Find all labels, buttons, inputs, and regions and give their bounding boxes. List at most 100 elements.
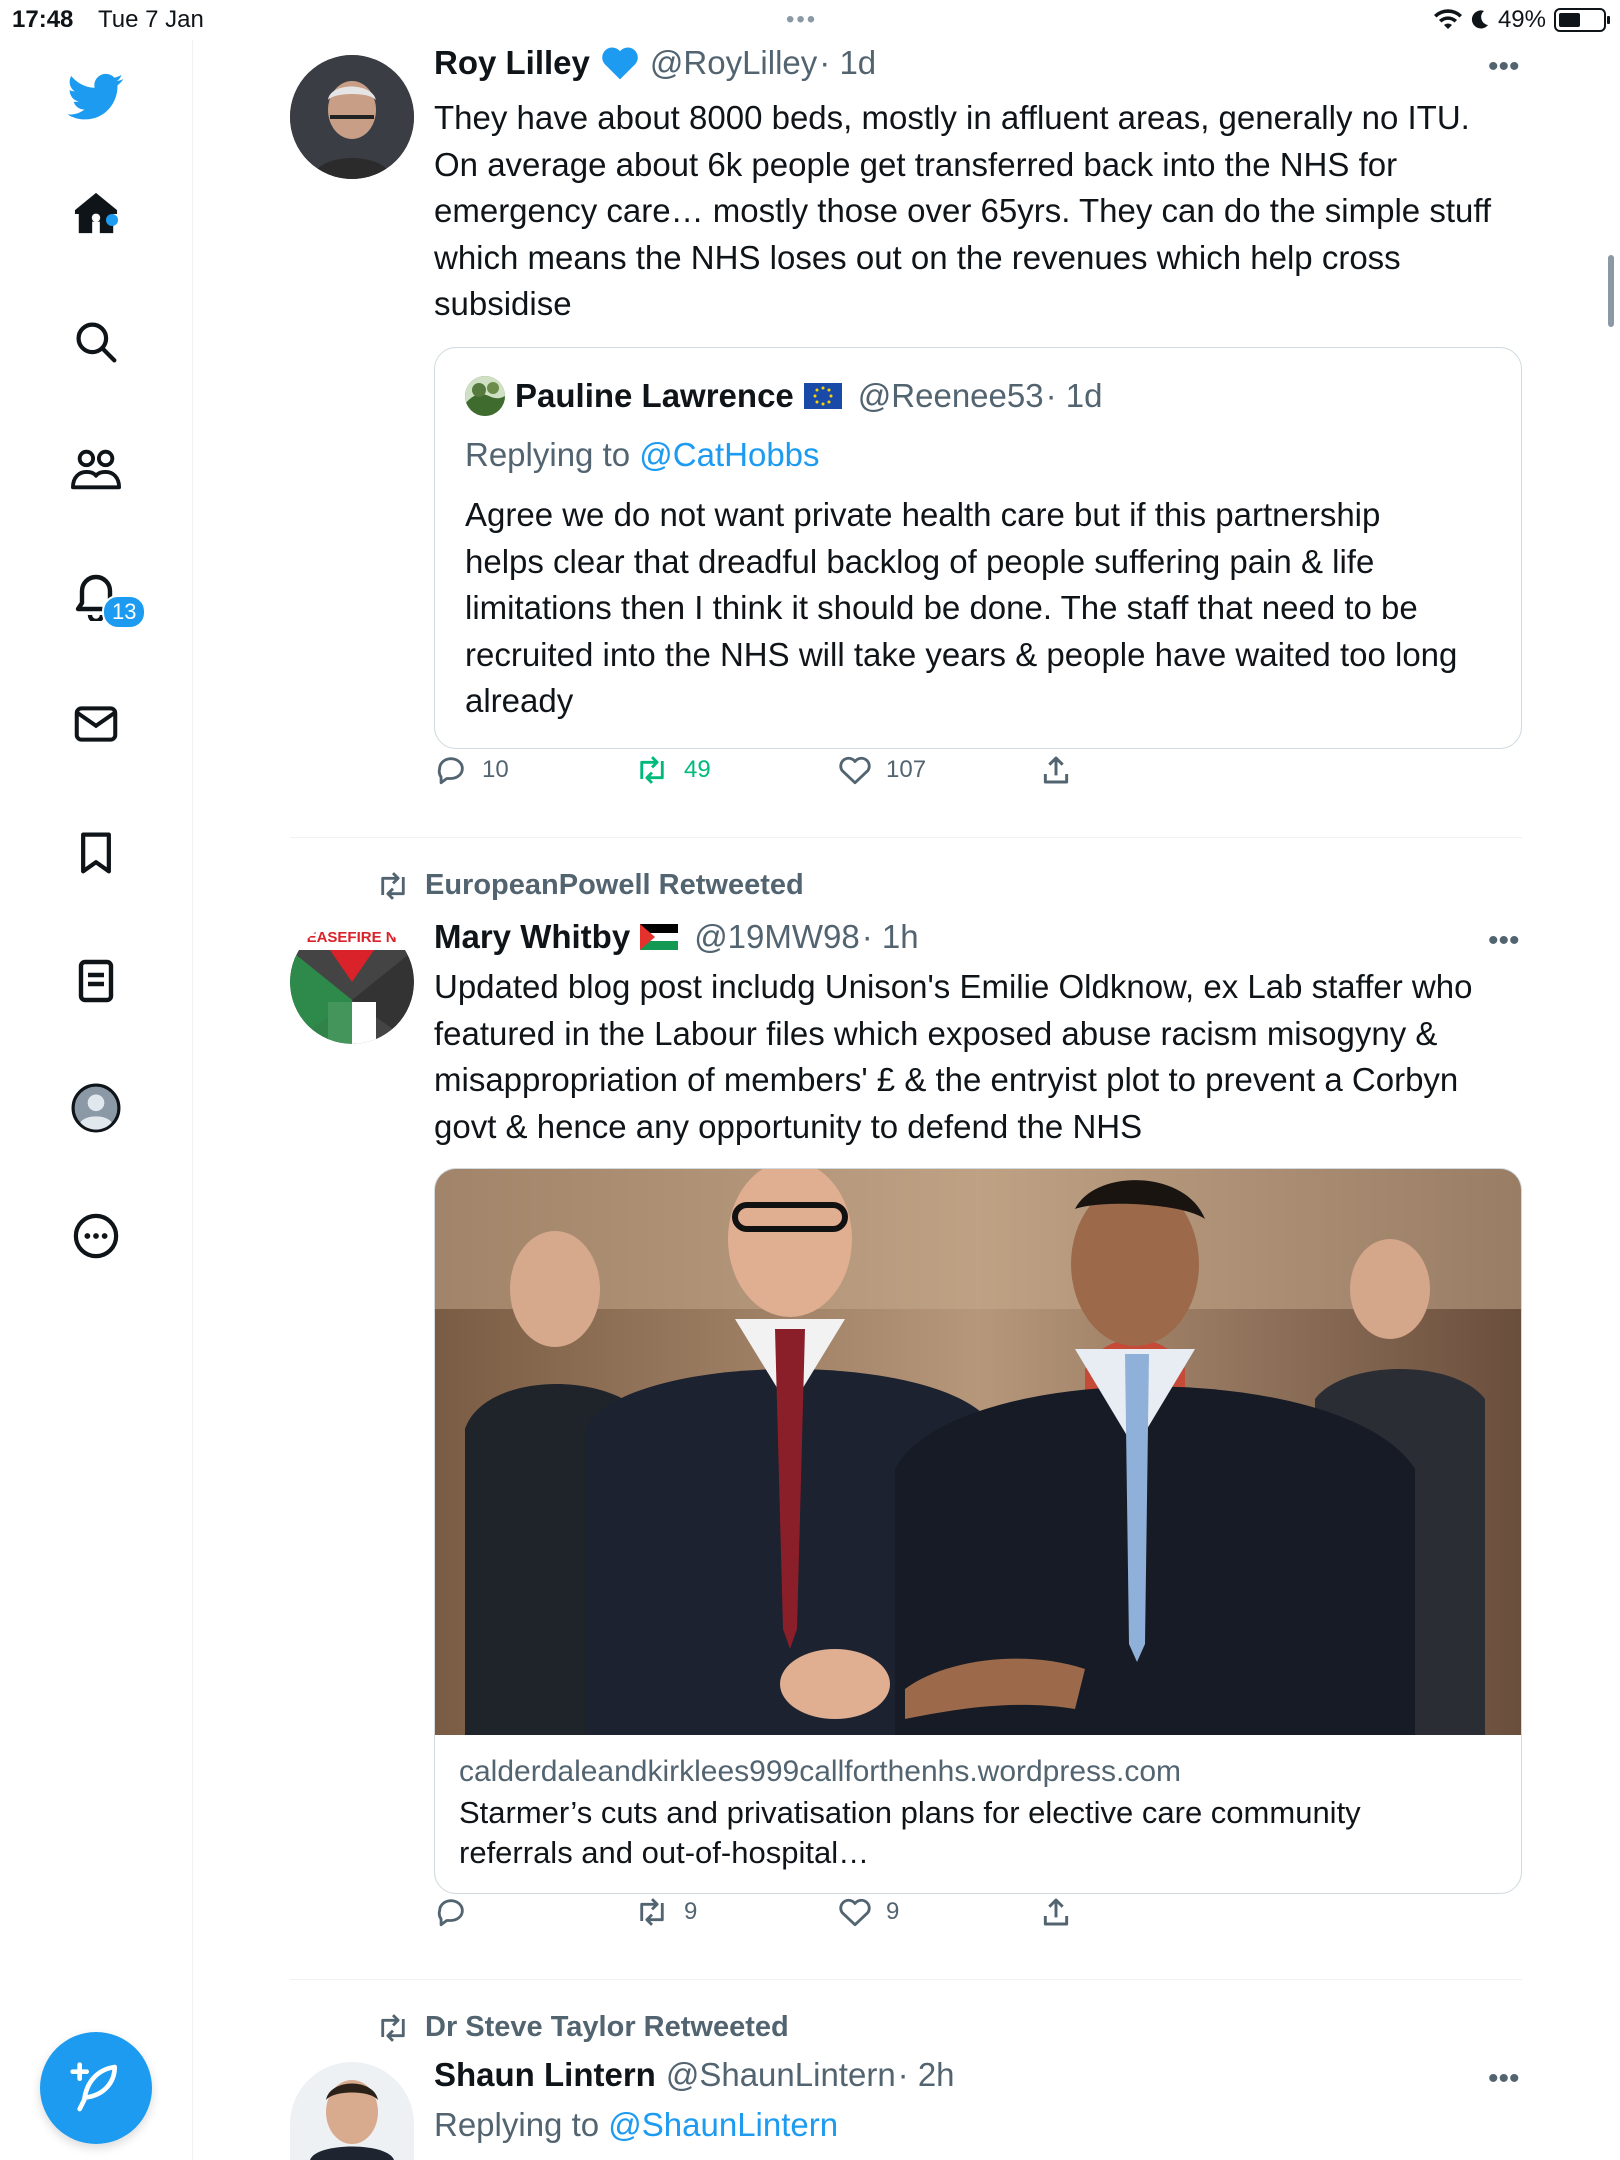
more-options-icon[interactable]: ••• [1488, 924, 1520, 958]
communities-icon[interactable] [66, 440, 126, 500]
quote-text-line: Agree we do not want private health care… [465, 496, 1381, 533]
reply-button[interactable] [434, 1895, 482, 1929]
status-time: 17:48 [12, 6, 74, 33]
tweet-text: Updated blog post includg Unison's Emili… [434, 964, 1524, 1150]
twitter-bird-icon[interactable] [66, 67, 126, 127]
tweet-time[interactable]: · 1d [819, 44, 876, 82]
retweet-count: 9 [684, 1898, 698, 1925]
status-date: Tue 7 Jan [98, 6, 204, 33]
tweet-text-line: emergency care… mostly those over 65yrs.… [434, 192, 1492, 229]
tweet-header: Mary Whitby @19MW98 · 1h [434, 918, 919, 956]
wifi-icon [1433, 9, 1462, 29]
tweet-text-line: On average about 6k people get transferr… [434, 145, 1398, 183]
compose-button[interactable] [40, 2032, 152, 2144]
palestine-flag-icon [640, 924, 679, 950]
quoted-tweet[interactable]: Pauline Lawrence @Reenee53 · 1d Replying… [434, 347, 1522, 749]
retweet-icon [640, 756, 664, 784]
quote-avatar[interactable] [465, 376, 505, 416]
tweet-text-line: misappropriation of members' £ & the ent… [434, 1061, 1459, 1098]
share-icon [1043, 756, 1069, 784]
avatar-text: CEASEFIRE NO [296, 929, 409, 946]
blue-heart-icon [602, 47, 638, 80]
multitasking-dots[interactable]: ••• [786, 6, 817, 34]
quote-text-line: helps clear that dreadful backlog of peo… [465, 542, 1375, 580]
link-preview-card[interactable]: calderdaleandkirklees999callforthenhs.wo… [434, 1168, 1522, 1894]
retweet-icon [381, 871, 405, 900]
sidebar: 13 [0, 40, 193, 2160]
more-options-icon[interactable]: ••• [1488, 2062, 1520, 2096]
author-name[interactable]: Shaun Lintern [434, 2056, 656, 2094]
home-icon[interactable] [66, 183, 126, 243]
reply-icon [437, 757, 464, 785]
quote-time[interactable]: · 1d [1046, 377, 1103, 415]
status-right: 49% [1433, 6, 1610, 34]
scrollbar[interactable] [1608, 255, 1614, 327]
card-title-line: referrals and out-of-hospital… [459, 1835, 870, 1870]
retweet-icon [640, 1898, 664, 1926]
quote-author-name[interactable]: Pauline Lawrence [515, 377, 794, 415]
like-count: 107 [886, 756, 927, 783]
retweeted-by[interactable]: Dr Steve Taylor Retweeted [375, 2011, 789, 2044]
quote-author-handle[interactable]: @Reenee53 [858, 377, 1044, 415]
author-name[interactable]: Roy Lilley [434, 44, 590, 82]
bookmark-icon[interactable] [66, 823, 126, 883]
tweet-text-line: featured in the Labour files which expos… [434, 1014, 1438, 1052]
share-button[interactable] [1040, 1896, 1072, 1928]
author-name[interactable]: Mary Whitby [434, 918, 630, 956]
share-button[interactable] [1040, 754, 1072, 786]
author-handle[interactable]: @RoyLilley [650, 44, 817, 82]
quote-text: Agree we do not want private health care… [465, 492, 1505, 725]
replying-to-link[interactable]: @ShaunLintern [608, 2106, 838, 2143]
replying-prefix: Replying to [434, 2106, 600, 2143]
compose-feather-icon [70, 2062, 117, 2112]
retweet-button[interactable]: 49 [634, 755, 711, 785]
tweet-time[interactable]: · 2h [898, 2056, 955, 2094]
home-unread-dot [106, 214, 118, 226]
retweeted-by-text: Dr Steve Taylor Retweeted [425, 2011, 789, 2043]
tweet-text-line: which means the NHS loses out on the rev… [434, 238, 1401, 276]
tweet-text-line: Updated blog post includg Unison's Emili… [434, 968, 1473, 1005]
reply-button[interactable]: 10 [434, 753, 509, 787]
like-button[interactable]: 9 [838, 1896, 899, 1928]
like-count: 9 [886, 1898, 900, 1925]
avatar-roy-lilley[interactable] [290, 55, 414, 179]
quote-header: Pauline Lawrence @Reenee53 · 1d [465, 376, 1102, 416]
more-circle-icon[interactable] [66, 1206, 126, 1266]
quote-text-line: already [465, 682, 574, 719]
avatar-mary-whitby[interactable]: CEASEFIRE NO [290, 920, 414, 1044]
share-icon [1043, 1898, 1069, 1926]
tweet-text-line: They have about 8000 beds, mostly in aff… [434, 99, 1470, 136]
more-options-icon[interactable]: ••• [1488, 50, 1520, 84]
like-button[interactable]: 107 [838, 754, 926, 786]
card-image[interactable] [435, 1169, 1521, 1735]
profile-icon[interactable] [66, 1078, 126, 1138]
replying-to-link[interactable]: @CatHobbs [639, 436, 819, 473]
status-bar: 17:48 Tue 7 Jan ••• 49% [0, 0, 1620, 40]
retweet-count: 49 [684, 756, 711, 783]
retweet-button[interactable]: 9 [634, 1897, 697, 1927]
lists-icon[interactable] [66, 951, 126, 1011]
eu-flag-icon [803, 383, 842, 409]
author-handle[interactable]: @ShaunLintern [666, 2056, 896, 2094]
reply-icon [437, 1899, 464, 1927]
card-title-line: Starmer’s cuts and privatisation plans f… [459, 1795, 1361, 1830]
retweeted-by-text: EuropeanPowell Retweeted [425, 869, 804, 901]
replying-prefix: Replying to [465, 436, 631, 473]
tweet-header: Shaun Lintern @ShaunLintern · 2h [434, 2056, 955, 2094]
tweet-divider [290, 1979, 1522, 1980]
retweeted-by[interactable]: EuropeanPowell Retweeted [375, 869, 804, 902]
retweet-icon [381, 2013, 405, 2042]
avatar-shaun-lintern[interactable] [290, 2062, 414, 2160]
tweet-text: They have about 8000 beds, mostly in aff… [434, 95, 1524, 328]
moon-icon [1471, 10, 1488, 29]
quote-replying-to: Replying to @CatHobbs [465, 436, 820, 474]
tweet-header: Roy Lilley @RoyLilley · 1d [434, 44, 876, 82]
tweet-time[interactable]: · 1h [862, 918, 919, 956]
author-handle[interactable]: @19MW98 [694, 918, 860, 956]
heart-icon [839, 1898, 871, 1927]
messages-icon[interactable] [66, 694, 126, 754]
tweet-text-line: subsidise [434, 285, 572, 322]
card-title: Starmer’s cuts and privatisation plans f… [459, 1793, 1499, 1873]
replying-to: Replying to @ShaunLintern [434, 2106, 838, 2144]
search-icon[interactable] [66, 312, 126, 372]
